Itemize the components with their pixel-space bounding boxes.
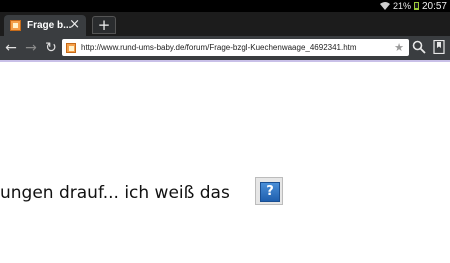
question-mark-label: ? xyxy=(260,182,280,202)
web-page-content[interactable]: ungen drauf... ich weiß das ? xyxy=(0,62,450,263)
search-icon[interactable] xyxy=(412,40,426,54)
clock: 20:57 xyxy=(421,0,447,12)
url-text[interactable]: http://www.rund-ums-baby.de/forum/Frage-… xyxy=(81,43,391,52)
site-favicon-icon xyxy=(66,42,76,53)
post-text: ungen drauf... ich weiß das xyxy=(0,183,230,203)
new-tab-button[interactable]: + xyxy=(92,16,116,34)
back-button[interactable]: ← xyxy=(2,39,20,57)
battery-percent: 21% xyxy=(392,1,411,11)
tab-strip: Frage b... × + xyxy=(0,12,450,36)
site-favicon-icon xyxy=(10,20,21,31)
status-icons: 21% 20:57 xyxy=(379,0,447,12)
question-smiley-icon: ? xyxy=(255,177,283,205)
bookmark-star-icon[interactable]: ★ xyxy=(394,40,404,55)
reload-button[interactable]: ↻ xyxy=(42,39,60,57)
close-tab-icon[interactable]: × xyxy=(69,18,80,32)
status-bar: 21% 20:57 xyxy=(0,0,450,12)
forward-button[interactable]: → xyxy=(22,39,40,57)
battery-icon xyxy=(413,2,419,10)
bookmarks-icon[interactable] xyxy=(433,40,445,54)
toolbar: ← → ↻ http://www.rund-ums-baby.de/forum/… xyxy=(0,36,450,60)
tab-title: Frage b... xyxy=(27,20,71,31)
address-bar[interactable]: http://www.rund-ums-baby.de/forum/Frage-… xyxy=(62,39,409,56)
wifi-icon xyxy=(379,2,390,10)
tab-active[interactable]: Frage b... × xyxy=(4,15,86,36)
